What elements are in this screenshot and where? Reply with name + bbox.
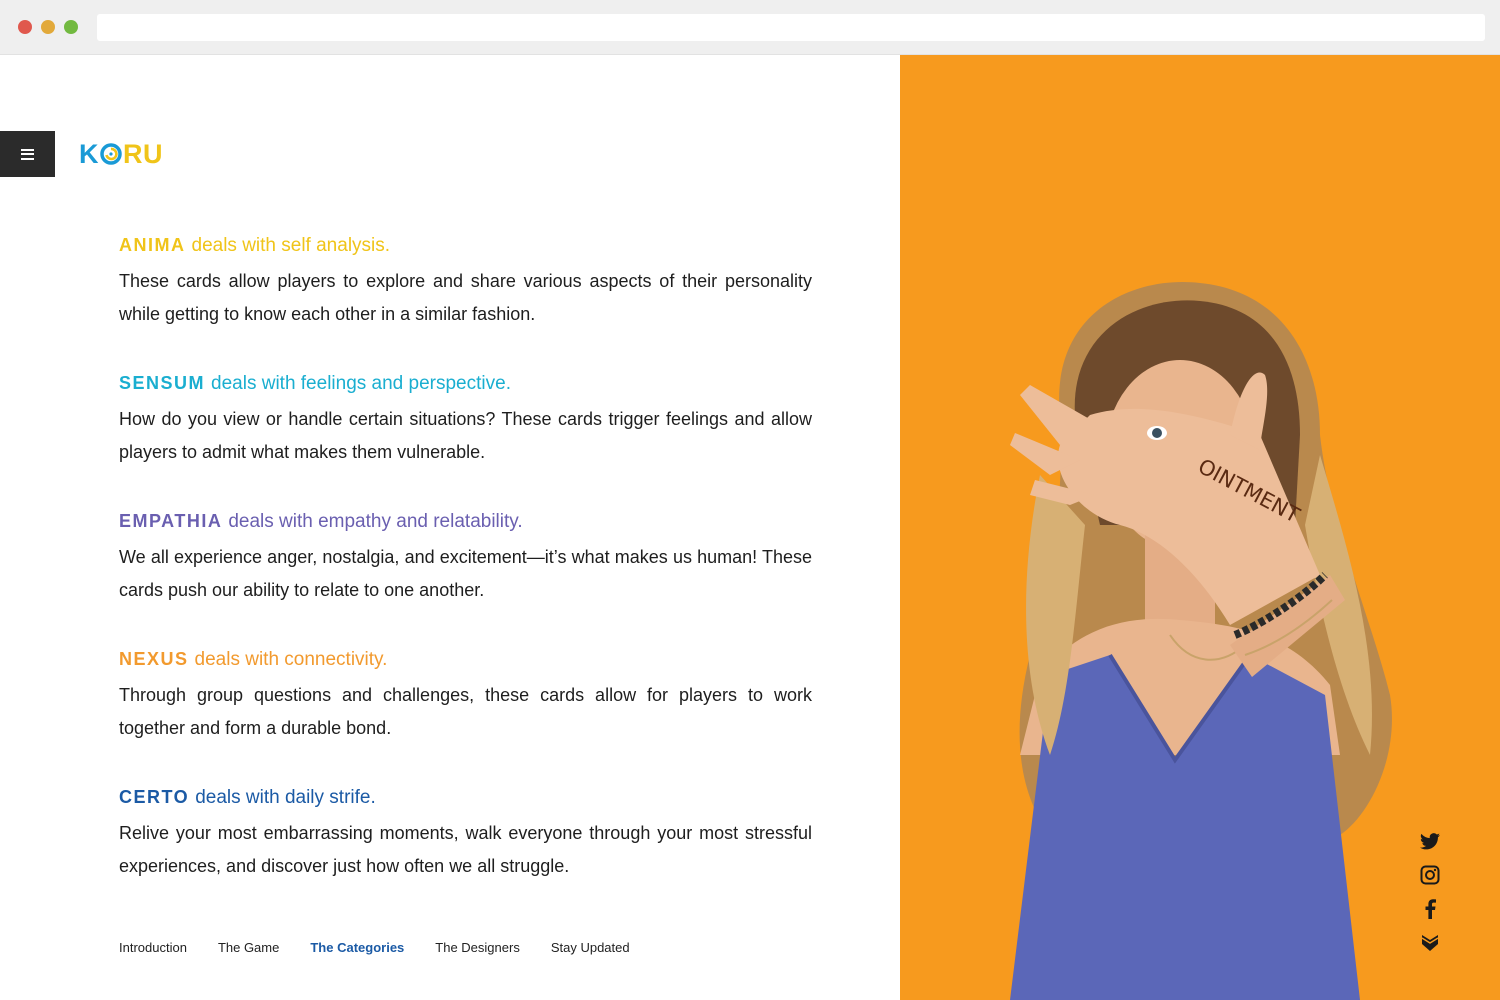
- nav-link-introduction[interactable]: Introduction: [119, 940, 187, 955]
- category-name: SENSUM: [119, 373, 206, 393]
- koru-logo[interactable]: K RU: [79, 138, 163, 169]
- instagram-icon[interactable]: [1418, 863, 1442, 887]
- footer-nav: Introduction The Game The Categories The…: [119, 940, 661, 955]
- category-tagline: deals with feelings and perspective.: [211, 373, 511, 394]
- category-tagline: deals with self analysis.: [191, 235, 391, 256]
- nav-link-the-designers[interactable]: The Designers: [435, 940, 520, 955]
- facebook-icon[interactable]: [1418, 897, 1442, 921]
- nav-link-the-categories[interactable]: The Categories: [310, 940, 404, 955]
- category-tagline: deals with daily strife.: [195, 787, 376, 808]
- category-heading: ANIMA deals with self analysis.: [119, 231, 812, 259]
- minimize-window-dot[interactable]: [41, 20, 55, 34]
- category-sensum: SENSUM deals with feelings and perspectiv…: [119, 369, 812, 469]
- category-name: NEXUS: [119, 649, 189, 669]
- category-description: These cards allow players to explore and…: [119, 271, 812, 324]
- nav-link-stay-updated[interactable]: Stay Updated: [551, 940, 630, 955]
- category-heading: EMPATHIA deals with empathy and relatabil…: [119, 507, 812, 535]
- categories-list: ANIMA deals with self analysis. These car…: [119, 231, 812, 921]
- category-nexus: NEXUS deals with connectivity. Through gr…: [119, 645, 812, 745]
- category-description: We all experience anger, nostalgia, and …: [119, 547, 812, 600]
- producthunt-icon[interactable]: [1418, 931, 1442, 955]
- category-heading: SENSUM deals with feelings and perspectiv…: [119, 369, 812, 397]
- social-links: [1418, 829, 1442, 955]
- category-heading: NEXUS deals with connectivity.: [119, 645, 812, 673]
- woman-covering-face-illustration: OINTMENT: [1010, 282, 1392, 1000]
- category-certo: CERTO deals with daily strife. Relive you…: [119, 783, 812, 883]
- category-anima: ANIMA deals with self analysis. These car…: [119, 231, 812, 331]
- category-tagline: deals with connectivity.: [194, 649, 388, 670]
- logo-text-left: K: [79, 138, 99, 169]
- category-tagline: deals with empathy and relatability.: [228, 511, 523, 532]
- hero-photo: OINTMENT: [900, 55, 1500, 1000]
- category-heading: CERTO deals with daily strife.: [119, 783, 812, 811]
- hamburger-icon: [21, 148, 34, 160]
- menu-button[interactable]: [0, 131, 55, 177]
- category-description: Relive your most embarrassing moments, w…: [119, 823, 812, 876]
- category-description: Through group questions and challenges, …: [119, 685, 812, 738]
- category-name: ANIMA: [119, 235, 186, 255]
- category-name: CERTO: [119, 787, 190, 807]
- category-description: How do you view or handle certain situat…: [119, 409, 812, 462]
- maximize-window-dot[interactable]: [64, 20, 78, 34]
- category-name: EMPATHIA: [119, 511, 223, 531]
- category-empathia: EMPATHIA deals with empathy and relatabil…: [119, 507, 812, 607]
- address-bar[interactable]: [97, 14, 1485, 41]
- browser-chrome: [0, 0, 1500, 55]
- twitter-icon[interactable]: [1418, 829, 1442, 853]
- nav-link-the-game[interactable]: The Game: [218, 940, 279, 955]
- logo-text-right: RU: [123, 138, 163, 169]
- spiral-logo-icon: [100, 143, 122, 165]
- close-window-dot[interactable]: [18, 20, 32, 34]
